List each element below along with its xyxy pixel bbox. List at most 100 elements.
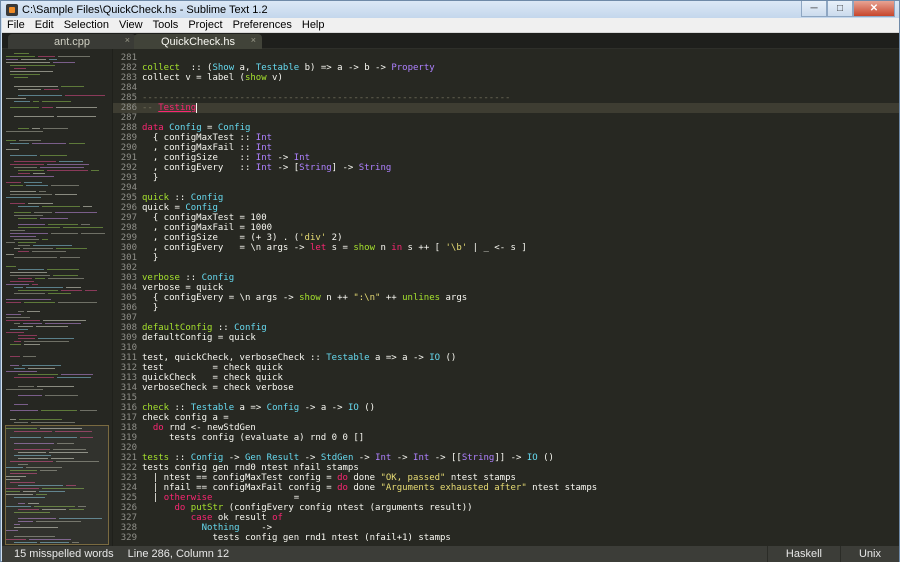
code-line[interactable]: 295 quick :: Config xyxy=(113,193,899,203)
code-line[interactable]: 282 collect :: (Show a, Testable b) => a … xyxy=(113,63,899,73)
code-line[interactable]: 313 quickCheck = check quick xyxy=(113,373,899,383)
line-text[interactable]: } xyxy=(142,173,158,183)
code-line[interactable]: 290 , configMaxFail :: Int xyxy=(113,143,899,153)
code-line[interactable]: 285 -------------------------------------… xyxy=(113,93,899,103)
line-text[interactable]: do rnd <- newStdGen xyxy=(142,423,256,433)
line-text[interactable]: , configMaxFail = 1000 xyxy=(142,223,272,233)
code-line[interactable]: 293 } xyxy=(113,173,899,183)
tab-ant-cpp[interactable]: ant.cpp × xyxy=(8,34,136,49)
line-text[interactable]: test, quickCheck, verboseCheck :: Testab… xyxy=(142,353,456,363)
line-text[interactable]: } xyxy=(142,303,158,313)
code-line[interactable]: 323 | ntest == configMaxTest config = do… xyxy=(113,473,899,483)
code-line[interactable]: 328 Nothing -> xyxy=(113,523,899,533)
code-line[interactable]: 302 xyxy=(113,263,899,273)
tab-close-icon[interactable]: × xyxy=(251,35,256,45)
minimize-button[interactable]: ─ xyxy=(801,1,827,17)
code-line[interactable]: 297 { configMaxTest = 100 xyxy=(113,213,899,223)
code-line[interactable]: 288 data Config = Config xyxy=(113,123,899,133)
code-line[interactable]: 311 test, quickCheck, verboseCheck :: Tes… xyxy=(113,353,899,363)
code-line[interactable]: 304 verbose = quick xyxy=(113,283,899,293)
code-line[interactable]: 286 -- Testing xyxy=(113,103,899,113)
line-text[interactable]: tests config (evaluate a) rnd 0 0 [] xyxy=(142,433,364,443)
line-text[interactable]: check :: Testable a => Config -> a -> IO… xyxy=(142,403,375,413)
line-text[interactable]: tests config gen rnd1 ntest (nfail+1) st… xyxy=(142,533,450,543)
code-line[interactable]: 287 xyxy=(113,113,899,123)
code-line[interactable]: 310 xyxy=(113,343,899,353)
line-text[interactable]: verbose = quick xyxy=(142,283,223,293)
code-line[interactable]: 307 xyxy=(113,313,899,323)
line-text[interactable]: , configSize :: Int -> Int xyxy=(142,153,310,163)
menu-preferences[interactable]: Preferences xyxy=(228,19,297,31)
tab-quickcheck-hs[interactable]: QuickCheck.hs × xyxy=(134,34,262,49)
menu-selection[interactable]: Selection xyxy=(59,19,114,31)
line-text[interactable]: { configMaxTest = 100 xyxy=(142,213,267,223)
code-line[interactable]: 281 xyxy=(113,53,899,63)
code-line[interactable]: 301 } xyxy=(113,253,899,263)
menu-project[interactable]: Project xyxy=(183,19,227,31)
code-line[interactable]: 289 { configMaxTest :: Int xyxy=(113,133,899,143)
line-text[interactable]: | nfail == configMaxFail config = do don… xyxy=(142,483,597,493)
menu-edit[interactable]: Edit xyxy=(30,19,59,31)
line-text[interactable]: collect :: (Show a, Testable b) => a -> … xyxy=(142,63,435,73)
syntax-selector[interactable]: Haskell xyxy=(766,546,840,562)
line-text[interactable]: do putStr (configEvery config ntest (arg… xyxy=(142,503,473,513)
code-line[interactable]: 309 defaultConfig = quick xyxy=(113,333,899,343)
code-line[interactable]: 308 defaultConfig :: Config xyxy=(113,323,899,333)
line-text[interactable]: check config a = xyxy=(142,413,229,423)
editor-area[interactable]: 281 282 collect :: (Show a, Testable b) =>… xyxy=(2,49,899,546)
line-text[interactable]: ----------------------------------------… xyxy=(142,93,510,103)
code-line[interactable]: 312 test = check quick xyxy=(113,363,899,373)
code-line[interactable]: 283 collect v = label (show v) xyxy=(113,73,899,83)
line-text[interactable]: quick = Config xyxy=(142,203,218,213)
code-line[interactable]: 298 , configMaxFail = 1000 xyxy=(113,223,899,233)
line-text[interactable]: , configMaxFail :: Int xyxy=(142,143,272,153)
line-text[interactable]: quickCheck = check quick xyxy=(142,373,283,383)
code-line[interactable]: 299 , configSize = (+ 3) . ('div' 2) xyxy=(113,233,899,243)
line-text[interactable]: | ntest == configMaxTest config = do don… xyxy=(142,473,516,483)
line-text[interactable]: collect v = label (show v) xyxy=(142,73,283,83)
menu-file[interactable]: File xyxy=(2,19,30,31)
code-line[interactable]: 320 xyxy=(113,443,899,453)
line-text[interactable]: test = check quick xyxy=(142,363,283,373)
line-text[interactable]: { configEvery = \n args -> show n ++ ":\… xyxy=(142,293,467,303)
code-line[interactable]: 317 check config a = xyxy=(113,413,899,423)
code-line[interactable]: 324 | nfail == configMaxFail config = do… xyxy=(113,483,899,493)
code-line[interactable]: 314 verboseCheck = check verbose xyxy=(113,383,899,393)
code-line[interactable]: 294 xyxy=(113,183,899,193)
code-line[interactable]: 292 , configEvery :: Int -> [String] -> … xyxy=(113,163,899,173)
menu-help[interactable]: Help xyxy=(297,19,330,31)
close-button[interactable]: ✕ xyxy=(853,1,895,17)
code-view[interactable]: 281 282 collect :: (Show a, Testable b) =>… xyxy=(113,49,899,546)
code-line[interactable]: 325 | otherwise = xyxy=(113,493,899,503)
line-text[interactable]: tests config gen rnd0 ntest nfail stamps xyxy=(142,463,359,473)
line-text[interactable]: } xyxy=(142,253,158,263)
menu-tools[interactable]: Tools xyxy=(148,19,184,31)
line-text[interactable]: { configMaxTest :: Int xyxy=(142,133,272,143)
title-bar[interactable]: C:\Sample Files\QuickCheck.hs - Sublime … xyxy=(1,1,899,18)
code-line[interactable]: 326 do putStr (configEvery config ntest … xyxy=(113,503,899,513)
line-text[interactable]: case ok result of xyxy=(142,513,283,523)
line-text[interactable]: verboseCheck = check verbose xyxy=(142,383,294,393)
code-line[interactable]: 329 tests config gen rnd1 ntest (nfail+1… xyxy=(113,533,899,543)
code-line[interactable]: 316 check :: Testable a => Config -> a ->… xyxy=(113,403,899,413)
code-line[interactable]: 321 tests :: Config -> Gen Result -> StdG… xyxy=(113,453,899,463)
code-line[interactable]: 319 tests config (evaluate a) rnd 0 0 [] xyxy=(113,433,899,443)
maximize-button[interactable]: □ xyxy=(827,1,853,17)
code-line[interactable]: 305 { configEvery = \n args -> show n ++… xyxy=(113,293,899,303)
line-text[interactable]: , configSize = (+ 3) . ('div' 2) xyxy=(142,233,343,243)
menu-view[interactable]: View xyxy=(114,19,148,31)
code-line[interactable]: 291 , configSize :: Int -> Int xyxy=(113,153,899,163)
line-text[interactable]: , configEvery :: Int -> [String] -> Stri… xyxy=(142,163,391,173)
minimap-viewport[interactable] xyxy=(5,425,109,545)
code-line[interactable]: 300 , configEvery = \n args -> let s = s… xyxy=(113,243,899,253)
line-text[interactable]: defaultConfig = quick xyxy=(142,333,256,343)
code-line[interactable]: 327 case ok result of xyxy=(113,513,899,523)
code-line[interactable]: 284 xyxy=(113,83,899,93)
code-line[interactable]: 318 do rnd <- newStdGen xyxy=(113,423,899,433)
code-line[interactable]: 306 } xyxy=(113,303,899,313)
minimap[interactable] xyxy=(2,49,112,546)
line-text[interactable]: , configEvery = \n args -> let s = show … xyxy=(142,243,527,253)
line-text[interactable]: | otherwise = xyxy=(142,493,299,503)
code-line[interactable]: 296 quick = Config xyxy=(113,203,899,213)
line-text[interactable]: defaultConfig :: Config xyxy=(142,323,267,333)
